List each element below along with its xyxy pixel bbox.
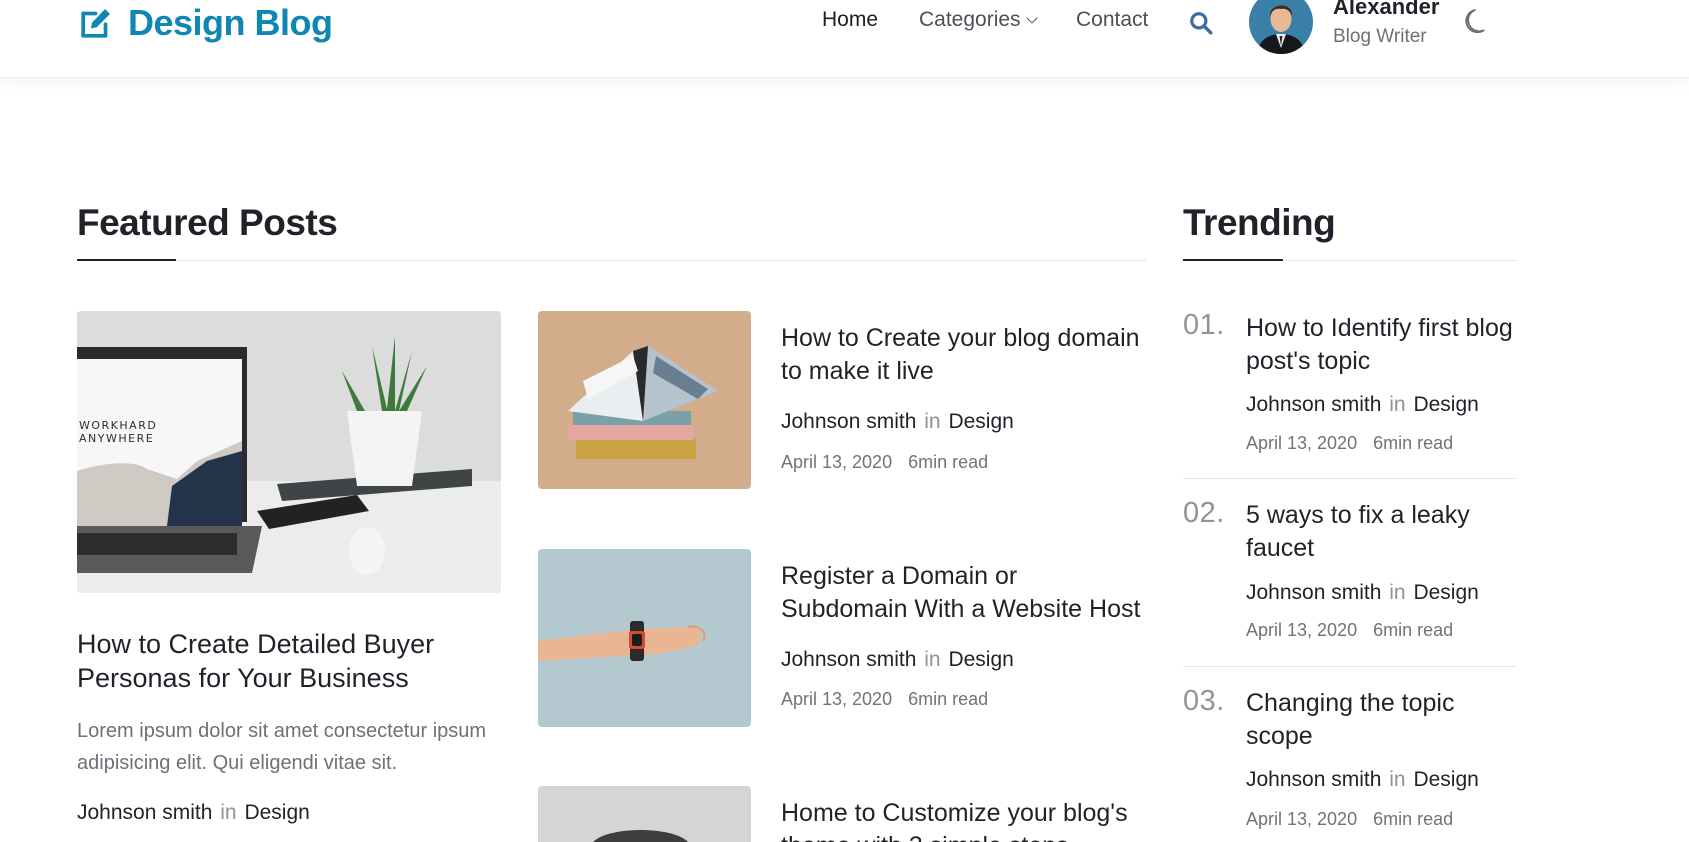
category-link[interactable]: Design (1413, 581, 1478, 604)
read-time: 6min read (1373, 809, 1454, 829)
featured-main-excerpt: Lorem ipsum dolor sit amet consectetur i… (77, 720, 487, 774)
nav-categories-label: Categories (919, 8, 1021, 31)
author-link[interactable]: Johnson smith (1246, 768, 1381, 791)
read-time: 6min read (1373, 620, 1454, 640)
post-date: April 13, 2020 (1246, 620, 1358, 640)
in-label: in (1389, 393, 1406, 416)
trending-accent-line (1183, 259, 1283, 261)
in-label: in (220, 801, 237, 824)
avatar-image (1249, 0, 1313, 54)
books-image (538, 311, 751, 489)
trending-1-number: 01. (1183, 309, 1225, 341)
post-1-title[interactable]: How to Create your blog domain to make i… (781, 322, 1146, 388)
edit-square-icon (81, 8, 110, 38)
trending-3-number: 03. (1183, 685, 1225, 717)
trending-1-date-line: April 13, 2020 6min read (1246, 433, 1453, 454)
trending-divider-1 (1183, 478, 1516, 479)
trending-1-title[interactable]: How to Identify first blog post's topic (1246, 312, 1516, 378)
user-role: Blog Writer (1333, 26, 1427, 47)
author-link[interactable]: Johnson smith (781, 410, 916, 433)
search-icon[interactable] (1188, 10, 1214, 36)
watch-arm-image (538, 549, 751, 727)
author-link[interactable]: Johnson smith (1246, 393, 1381, 416)
in-label: in (1389, 768, 1406, 791)
nav-categories-dropdown[interactable]: Categories (919, 8, 1038, 32)
category-link[interactable]: Design (1413, 768, 1478, 791)
moon-icon[interactable] (1463, 6, 1493, 36)
post-date: April 13, 2020 (781, 689, 893, 709)
post-3-title[interactable]: Home to Customize your blog's theme with… (781, 797, 1146, 842)
brand-logo-link[interactable]: Design Blog (77, 0, 333, 46)
post-1-meta: Johnson smith in Design (781, 410, 1014, 434)
post-3-thumbnail (538, 786, 751, 842)
featured-main-title[interactable]: How to Create Detailed Buyer Personas fo… (77, 627, 501, 695)
featured-heading: Featured Posts (77, 202, 338, 243)
nav-home[interactable]: Home (822, 8, 878, 32)
trending-3-date-line: April 13, 2020 6min read (1246, 809, 1453, 830)
author-link[interactable]: Johnson smith (781, 648, 916, 671)
read-time: 6min read (1373, 433, 1454, 453)
post-date: April 13, 2020 (1246, 433, 1358, 453)
trending-2-date-line: April 13, 2020 6min read (1246, 620, 1453, 641)
nav-contact[interactable]: Contact (1076, 8, 1148, 32)
read-time: 6min read (908, 452, 989, 472)
trending-2-number: 02. (1183, 497, 1225, 529)
category-link[interactable]: Design (948, 410, 1013, 433)
post-2-meta: Johnson smith in Design (781, 648, 1014, 672)
category-link[interactable]: Design (1413, 393, 1478, 416)
chevron-down-icon (1025, 12, 1038, 24)
featured-accent-line (77, 259, 176, 261)
trending-1-meta: Johnson smith in Design (1246, 393, 1479, 417)
post-2-title[interactable]: Register a Domain or Subdomain With a We… (781, 560, 1146, 626)
category-link[interactable]: Design (948, 648, 1013, 671)
user-name: Alexander (1333, 0, 1440, 19)
author-link[interactable]: Johnson smith (77, 801, 212, 824)
trending-2-meta: Johnson smith in Design (1246, 581, 1479, 605)
brand-name: Design Blog (128, 2, 333, 43)
author-link[interactable]: Johnson smith (1246, 581, 1381, 604)
trending-2-title[interactable]: 5 ways to fix a leaky faucet (1246, 499, 1516, 565)
category-link[interactable]: Design (244, 801, 309, 824)
laptop-screen-text-1: WORKHARD (79, 419, 157, 432)
trending-3-title[interactable]: Changing the topic scope (1246, 687, 1516, 753)
in-label: in (924, 648, 941, 671)
in-label: in (924, 410, 941, 433)
trending-3-meta: Johnson smith in Design (1246, 768, 1479, 792)
post-date: April 13, 2020 (781, 452, 893, 472)
laptop-plant-image: WORKHARD ANYWHERE (77, 311, 501, 593)
laptop-screen-text-2: ANYWHERE (79, 432, 154, 445)
post-2-image[interactable] (538, 549, 751, 727)
featured-main-meta: Johnson smith in Design (77, 801, 310, 825)
in-label: in (1389, 581, 1406, 604)
featured-divider (77, 260, 1146, 261)
trending-divider-2 (1183, 666, 1516, 667)
post-3-image[interactable] (538, 786, 751, 842)
site-header: Design Blog Home Categories Contact Alex… (0, 0, 1689, 78)
post-date: April 13, 2020 (1246, 809, 1358, 829)
featured-main-post[interactable]: WORKHARD ANYWHERE (77, 311, 501, 593)
post-1-date-line: April 13, 2020 6min read (781, 452, 988, 473)
trending-heading: Trending (1183, 202, 1336, 243)
user-avatar[interactable] (1249, 0, 1313, 54)
post-1-image[interactable] (538, 311, 751, 489)
post-2-date-line: April 13, 2020 6min read (781, 689, 988, 710)
read-time: 6min read (908, 689, 989, 709)
